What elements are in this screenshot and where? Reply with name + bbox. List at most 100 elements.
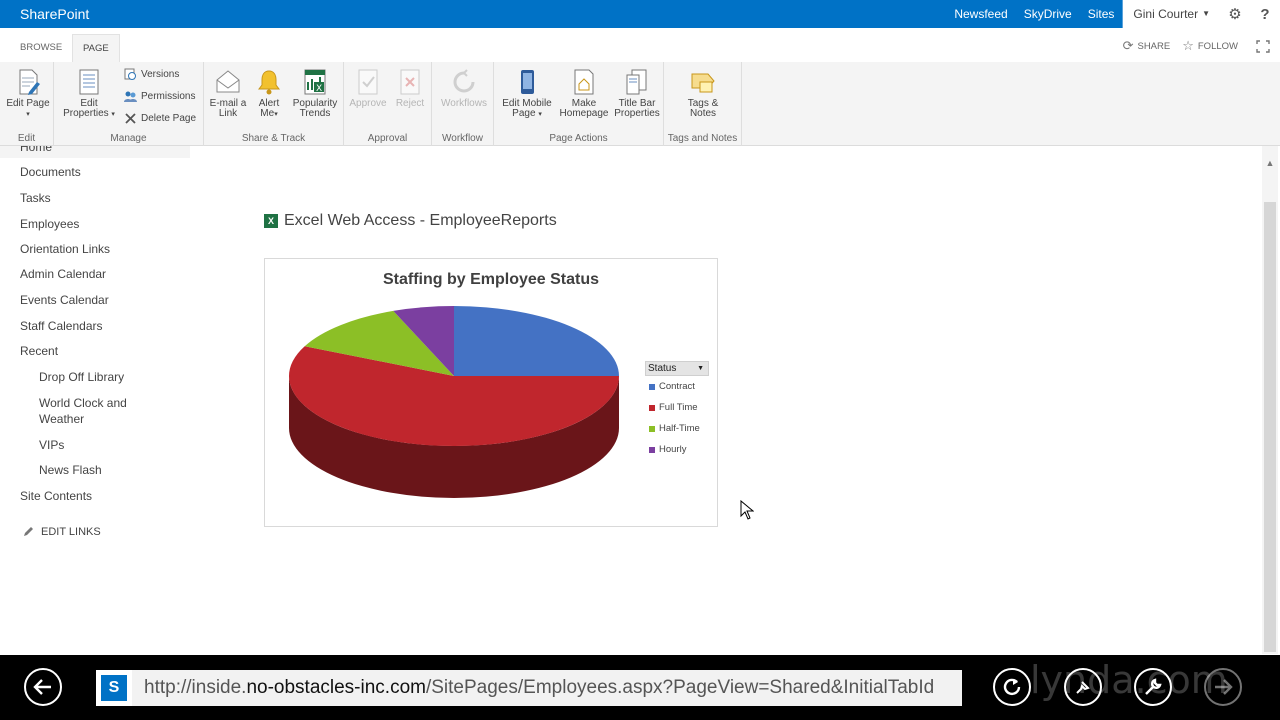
vertical-scrollbar[interactable]: ▲ [1262,146,1278,654]
nav-admin-calendar[interactable]: Admin Calendar [20,267,106,281]
refresh-icon [1003,678,1021,696]
sharepoint-favicon-icon: S [96,670,132,706]
excel-icon: X [264,214,278,228]
edit-properties-icon [79,69,99,95]
email-label-2: Link [218,108,238,119]
permissions-button[interactable]: Permissions [124,90,195,103]
follow-button[interactable]: ☆ FOLLOW [1182,38,1238,54]
edit-page-label: Edit Page [6,98,50,109]
nav-orientation-links[interactable]: Orientation Links [20,242,110,256]
approve-label: Approve [349,98,387,109]
chart-legend: Status ▼ Contract Full Time Half-Time Hourly [645,361,709,460]
legend-filter-button[interactable]: Status ▼ [645,361,709,376]
nav-home[interactable]: Home [0,146,190,158]
nav-vips[interactable]: VIPs [39,438,64,452]
excel-chart: Staffing by Employee Status Status ▼ Cont… [264,258,718,527]
nav-staff-calendars[interactable]: Staff Calendars [20,319,103,333]
legend-label: Half-Time [659,423,700,434]
chevron-down-icon: ▼ [1202,9,1210,18]
chevron-down-icon: ▾ [111,111,115,118]
svg-text:X: X [316,84,322,94]
make-homepage-button[interactable]: Make Homepage [558,68,610,119]
popularity-trends-button[interactable]: X Popularity Trends [290,68,340,119]
edit-properties-button[interactable]: Edit Properties ▾ [60,68,118,120]
share-label: SHARE [1137,40,1171,52]
pie-slice-contract[interactable] [454,306,619,376]
popularity-label-2: Trends [299,108,331,119]
nav-news-flash[interactable]: News Flash [39,463,102,477]
alert-me-button[interactable]: Alert Me▾ [252,68,286,120]
gear-icon[interactable]: ⚙ [1220,0,1250,28]
nav-world-clock-line2[interactable]: Weather [39,412,84,426]
approve-icon [358,69,378,95]
scroll-up-icon[interactable]: ▲ [1264,158,1276,168]
homepage-icon [574,69,594,95]
legend-item[interactable]: Contract [645,376,709,397]
chevron-down-icon: ▾ [26,111,30,118]
help-icon[interactable]: ? [1250,0,1280,28]
homepage-label-2: Homepage [559,108,609,119]
refresh-button[interactable] [993,668,1031,706]
nav-tasks[interactable]: Tasks [20,191,51,205]
user-menu[interactable]: Gini Courter ▼ [1123,0,1220,28]
legend-item[interactable]: Hourly [645,439,709,460]
tab-page[interactable]: PAGE [72,34,120,62]
scrollbar-thumb[interactable] [1264,202,1276,652]
back-arrow-icon [33,679,51,695]
sites-link[interactable]: Sites [1079,0,1124,28]
group-workflow: Workflows Workflow [432,62,494,146]
versions-button[interactable]: Versions [124,68,179,81]
delete-page-button[interactable]: Delete Page [124,112,196,125]
edit-page-icon [19,69,40,95]
chevron-down-icon: ▾ [274,111,278,118]
sharepoint-brand[interactable]: SharePoint [20,6,89,22]
edit-mobile-page-button[interactable]: Edit Mobile Page ▾ [498,68,556,120]
reject-button[interactable]: Reject [392,68,428,109]
mouse-cursor-icon [740,500,754,520]
edit-links-button[interactable]: EDIT LINKS [22,526,101,538]
email-link-button[interactable]: E-mail a Link [208,68,248,119]
legend-label: Hourly [659,444,687,455]
workflows-button[interactable]: Workflows [438,68,490,109]
workflows-label: Workflows [441,98,487,109]
nav-events-calendar[interactable]: Events Calendar [20,293,109,307]
delete-icon [125,113,136,124]
group-label-page-actions: Page Actions [549,133,608,144]
reject-icon [400,69,420,95]
approve-button[interactable]: Approve [348,68,388,109]
title-bar-properties-button[interactable]: Title Bar Properties [612,68,662,119]
focus-on-content-icon[interactable] [1256,39,1270,53]
legend-item[interactable]: Full Time [645,397,709,418]
favicon-letter: S [101,675,127,701]
nav-drop-off-library[interactable]: Drop Off Library [39,370,124,384]
skydrive-link[interactable]: SkyDrive [1016,0,1080,28]
nav-site-contents[interactable]: Site Contents [20,489,92,503]
ribbon: Edit Page ▾ Edit Edit Properties ▾ Version… [0,62,1280,146]
newsfeed-link[interactable]: Newsfeed [946,0,1015,28]
edit-links-label: EDIT LINKS [41,526,101,538]
nav-recent[interactable]: Recent [20,344,58,358]
edit-page-button[interactable]: Edit Page ▾ [6,68,50,120]
address-bar[interactable]: S http://inside.no-obstacles-inc.com/Sit… [96,670,962,706]
group-label-tags-notes: Tags and Notes [667,133,738,144]
legend-swatch [649,404,655,411]
legend-item[interactable]: Half-Time [645,418,709,439]
url-text[interactable]: http://inside.no-obstacles-inc.com/SiteP… [144,677,934,699]
group-page-actions: Edit Mobile Page ▾ Make Homepage Title Bar… [494,62,664,146]
nav-employees[interactable]: Employees [20,217,79,231]
tags-notes-button[interactable]: Tags & Notes [678,68,728,119]
group-tags-notes: Tags & Notes Tags and Notes [664,62,742,146]
tab-browse[interactable]: BROWSE [10,34,72,62]
url-path: /SitePages/Employees.aspx?PageView=Share… [425,677,935,698]
group-approval: Approve Reject Approval [344,62,432,146]
alert-label-2: Me [260,108,275,119]
nav-world-clock-line1[interactable]: World Clock and [39,396,127,410]
back-button[interactable] [24,668,62,706]
follow-label: FOLLOW [1197,40,1238,52]
edit-properties-label-2: Properties [63,108,109,119]
share-button[interactable]: ⟳ SHARE [1123,38,1171,54]
nav-documents[interactable]: Documents [20,165,81,179]
group-edit: Edit Page ▾ Edit [0,62,54,146]
popularity-trends-icon: X [304,69,326,95]
legend-label: Full Time [659,402,698,413]
